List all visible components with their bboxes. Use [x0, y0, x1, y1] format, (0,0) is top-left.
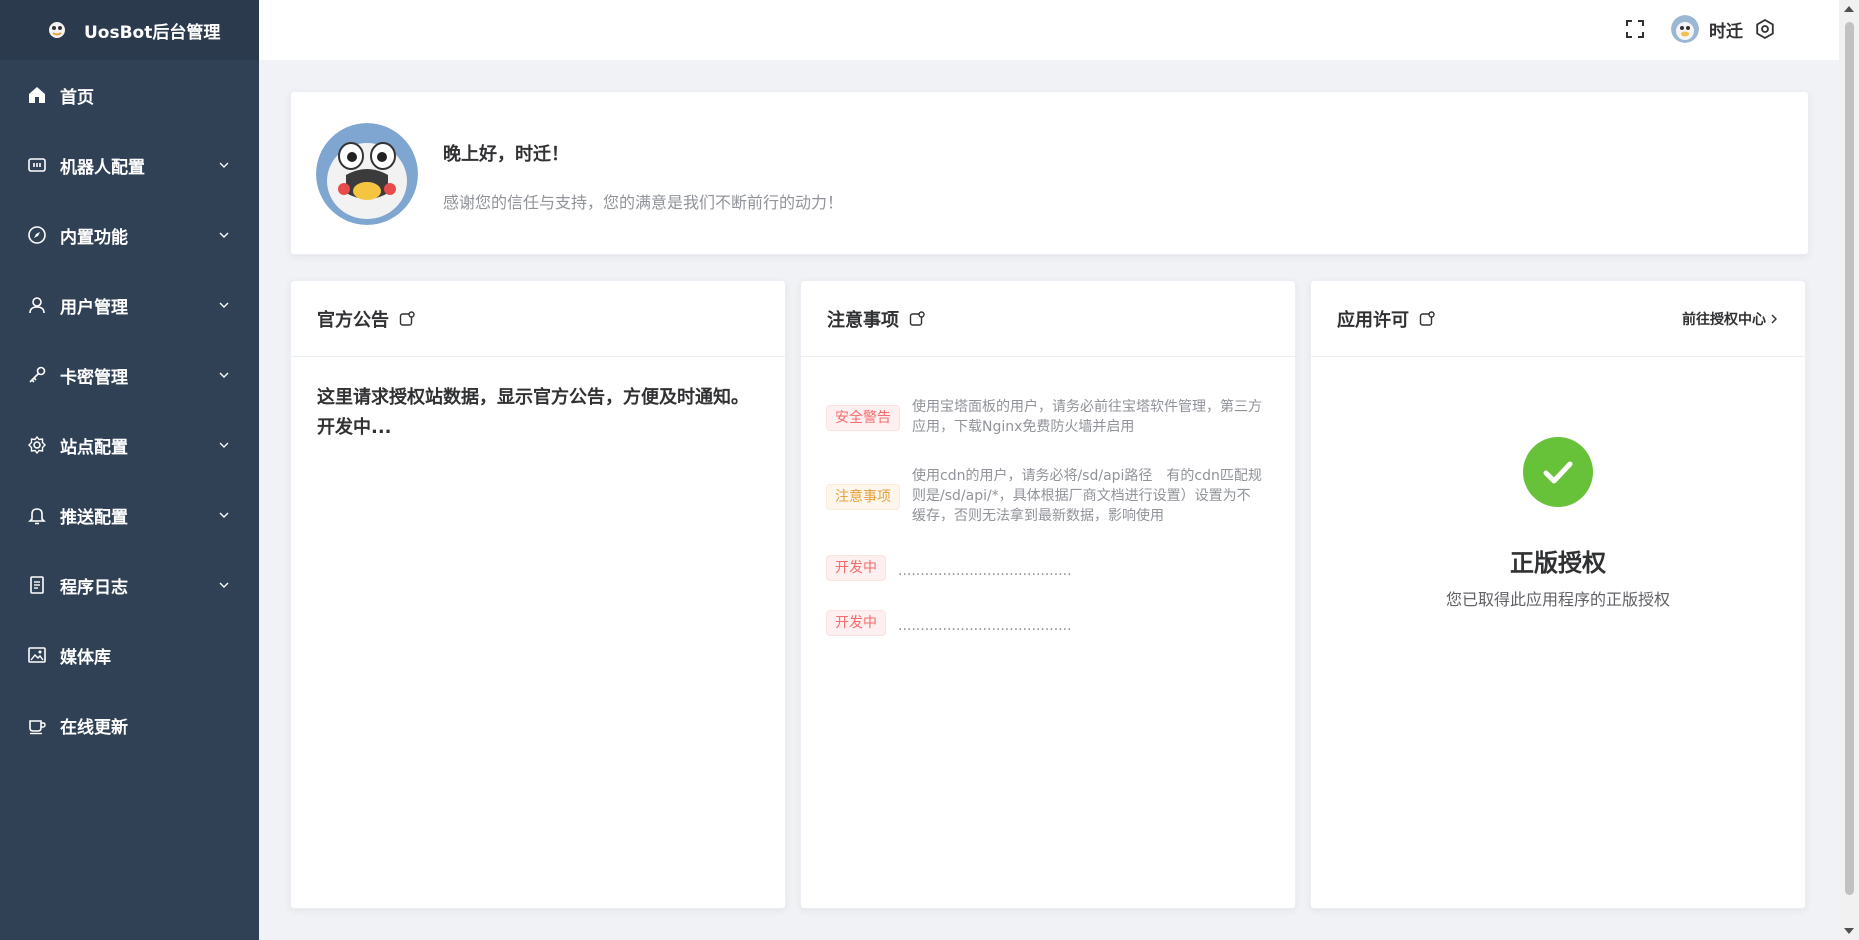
fullscreen-icon [1626, 20, 1644, 38]
license-status-desc: 您已取得此应用程序的正版授权 [1445, 590, 1670, 609]
external-link-icon[interactable] [1419, 310, 1435, 327]
greeting-text: 晚上好，时迁！ [443, 144, 569, 165]
chevron-down-icon [219, 372, 229, 378]
user-menu[interactable]: 时迁 [1671, 14, 1743, 44]
list-item: 安全警告 使用宝塔面板的用户，请务必前往宝塔软件管理，第三方应用，下载Nginx… [826, 397, 1262, 437]
settings-button[interactable] [1754, 16, 1780, 42]
sidebar-item-label: 站点配置 [60, 437, 128, 458]
status-badge: 注意事项 [826, 484, 900, 510]
image-icon [26, 644, 48, 666]
announcement-header: 官方公告 [291, 281, 785, 357]
chevron-down-icon [219, 302, 229, 308]
sidebar-item-push[interactable]: 推送配置 [0, 480, 259, 550]
welcome-message: 感谢您的信任与支持，您的满意是我们不断前行的动力！ [443, 193, 844, 212]
chevron-right-icon [1771, 314, 1777, 324]
announcement-body: 这里请求授权站数据，显示官方公告，方便及时通知。开发中... [317, 387, 749, 438]
sidebar-item-cards[interactable]: 卡密管理 [0, 340, 259, 410]
list-item: 开发中 ....................................… [826, 610, 1248, 636]
license-card: 应用许可 前往授权中心 正版授权 您已取得此应用程序的正版授权 [1310, 280, 1806, 909]
user-icon [26, 294, 48, 316]
announcement-title: 官方公告 [317, 309, 389, 331]
sidebar-item-label: 机器人配置 [60, 157, 145, 178]
chevron-down-icon [219, 582, 229, 588]
chevron-down-icon [219, 442, 229, 448]
chevron-down-icon [219, 162, 229, 168]
user-name: 时迁 [1709, 21, 1743, 42]
chevron-down-icon [219, 512, 229, 518]
sidebar-item-update[interactable]: 在线更新 [0, 690, 259, 760]
auth-center-link[interactable]: 前往授权中心 [1682, 309, 1779, 329]
sidebar-item-site[interactable]: 站点配置 [0, 410, 259, 480]
welcome-card: 晚上好，时迁！ 感谢您的信任与支持，您的满意是我们不断前行的动力！ [290, 91, 1809, 255]
gear-icon [1756, 18, 1774, 40]
sidebar-item-robot-config[interactable]: 机器人配置 [0, 130, 259, 200]
page-scrollbar[interactable] [1839, 0, 1859, 940]
welcome-avatar [316, 123, 418, 225]
fullscreen-button[interactable] [1624, 16, 1650, 42]
sidebar-item-label: 卡密管理 [60, 367, 128, 388]
scroll-down-arrow-icon[interactable] [1844, 928, 1854, 934]
status-badge: 开发中 [826, 610, 886, 636]
sidebar-item-label: 用户管理 [60, 297, 128, 318]
notes-header: 注意事项 [801, 281, 1295, 357]
note-text: ....................................... [898, 618, 1072, 634]
list-item: 注意事项 使用cdn的用户，请务必将/sd/api路径 有的cdn匹配规则是/s… [826, 466, 1262, 526]
chevron-down-icon [219, 232, 229, 238]
key-icon [26, 364, 48, 386]
status-badge: 开发中 [826, 555, 886, 581]
sidebar-item-label: 首页 [60, 87, 94, 108]
note-text: ....................................... [898, 563, 1072, 579]
scroll-up-arrow-icon[interactable] [1844, 6, 1854, 12]
auth-center-link-label: 前往授权中心 [1682, 312, 1766, 328]
status-badge: 安全警告 [826, 405, 900, 431]
avatar [1671, 15, 1699, 43]
notes-card: 注意事项 安全警告 使用宝塔面板的用户，请务必前往宝塔软件管理，第三方应用，下载… [800, 280, 1296, 909]
sidebar-item-label: 媒体库 [60, 647, 111, 668]
cup-icon [26, 714, 48, 736]
license-title: 应用许可 [1337, 309, 1409, 331]
sidebar-item-logs[interactable]: 程序日志 [0, 550, 259, 620]
gear-icon [26, 434, 48, 456]
note-text: 使用cdn的用户，请务必将/sd/api路径 有的cdn匹配规则是/sd/api… [912, 468, 1262, 524]
compass-icon [26, 224, 48, 246]
logo-bar[interactable]: UosBot后台管理 [0, 0, 259, 60]
sidebar-item-builtin[interactable]: 内置功能 [0, 200, 259, 270]
sidebar-item-home[interactable]: 首页 [0, 60, 259, 130]
announcement-card: 官方公告 这里请求授权站数据，显示官方公告，方便及时通知。开发中... [290, 280, 786, 909]
list-item: 开发中 ....................................… [826, 555, 1248, 581]
sidebar: UosBot后台管理 首页 机器人配置 内置功能 用户管理 卡密管理 站点配置 … [0, 0, 259, 940]
sidebar-item-label: 内置功能 [60, 227, 128, 248]
sidebar-item-media[interactable]: 媒体库 [0, 620, 259, 690]
notes-title: 注意事项 [827, 309, 899, 331]
document-icon [26, 574, 48, 596]
sidebar-menu: 首页 机器人配置 内置功能 用户管理 卡密管理 站点配置 推送配置 程序日志 媒… [0, 60, 259, 760]
check-circle-icon [1523, 437, 1593, 507]
license-status-title: 正版授权 [1510, 549, 1606, 577]
license-header: 应用许可 前往授权中心 [1311, 281, 1805, 357]
sidebar-item-label: 推送配置 [60, 507, 128, 528]
sidebar-item-users[interactable]: 用户管理 [0, 270, 259, 340]
logo-icon [44, 17, 70, 43]
top-header: 时迁 [259, 0, 1839, 60]
sidebar-item-label: 程序日志 [60, 577, 128, 598]
app-title: UosBot后台管理 [84, 22, 221, 43]
scroll-thumb[interactable] [1845, 22, 1854, 895]
robot-config-icon [26, 154, 48, 176]
sidebar-item-label: 在线更新 [60, 717, 128, 738]
external-link-icon[interactable] [909, 310, 925, 327]
note-text: 使用宝塔面板的用户，请务必前往宝塔软件管理，第三方应用，下载Nginx免费防火墙… [912, 399, 1262, 435]
external-link-icon[interactable] [399, 310, 415, 327]
home-icon [26, 84, 48, 106]
bell-icon [26, 504, 48, 526]
